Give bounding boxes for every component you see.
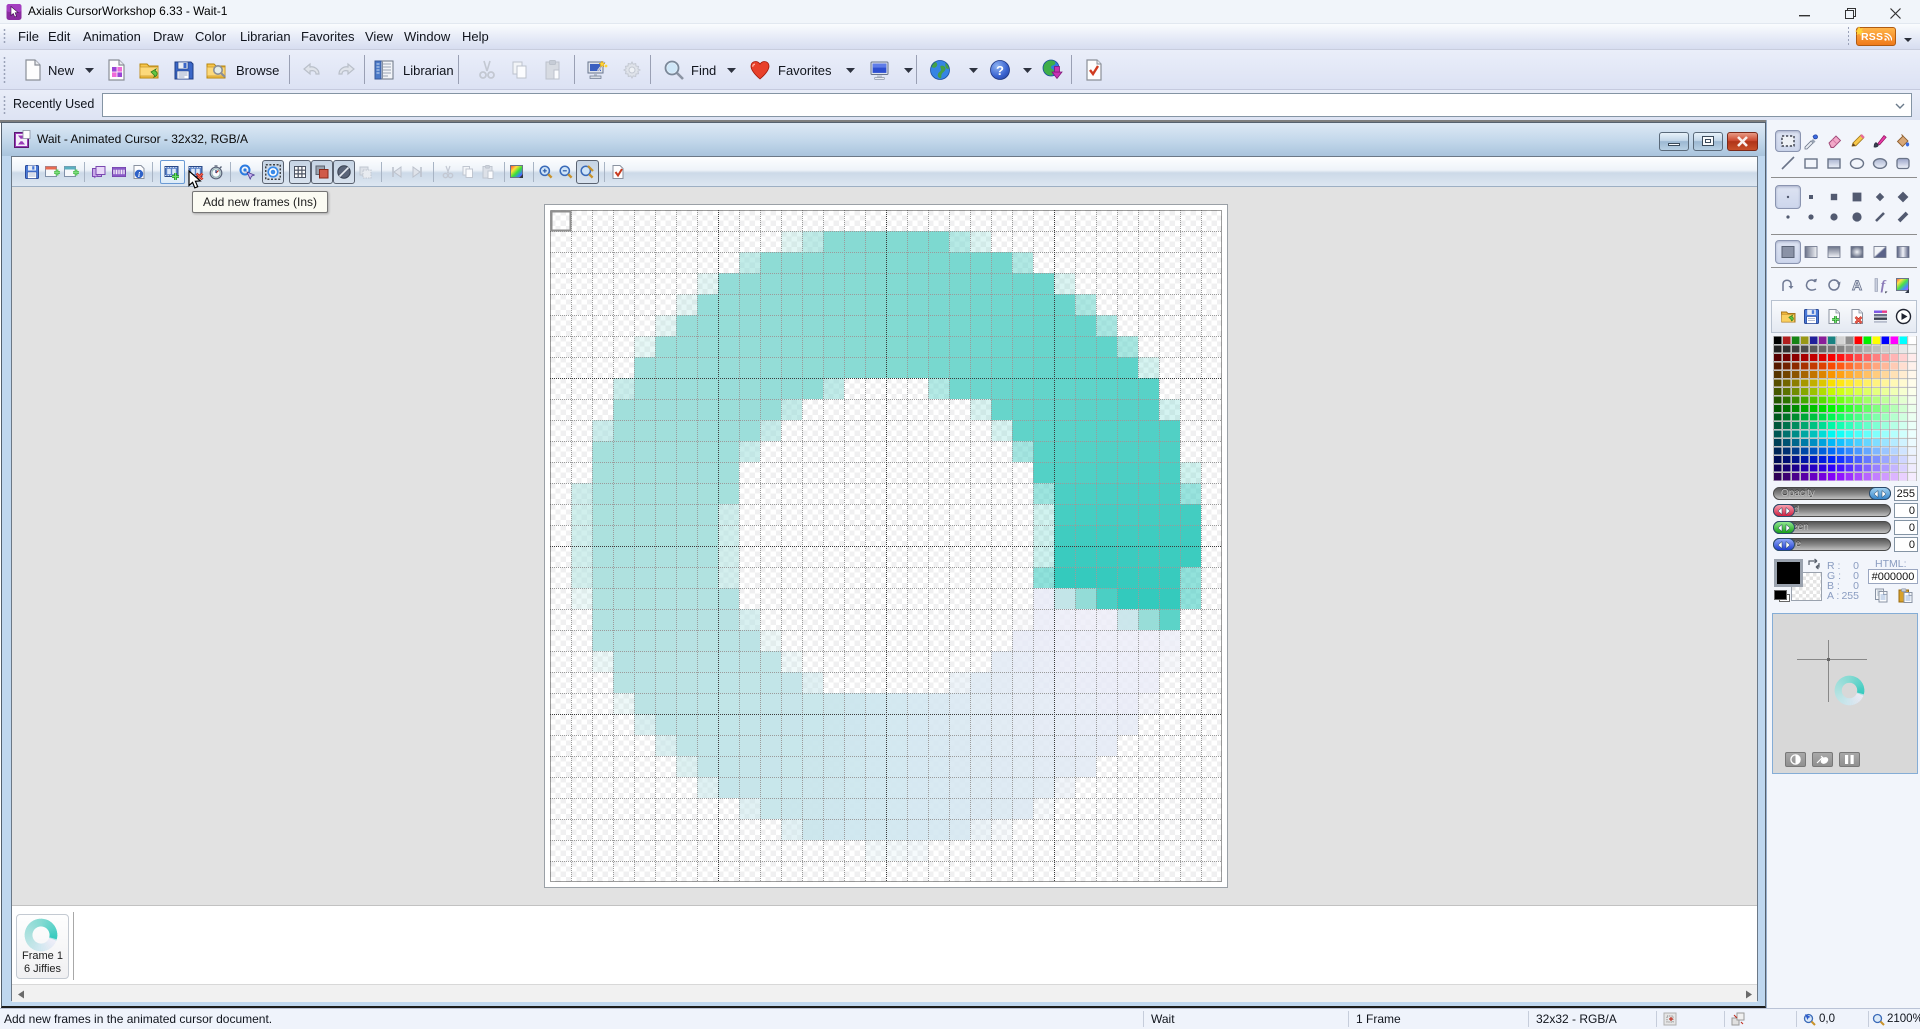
svg-text:?: ? bbox=[996, 63, 1004, 78]
svg-text:f: f bbox=[1881, 279, 1887, 294]
svg-text:A: A bbox=[1852, 277, 1862, 293]
